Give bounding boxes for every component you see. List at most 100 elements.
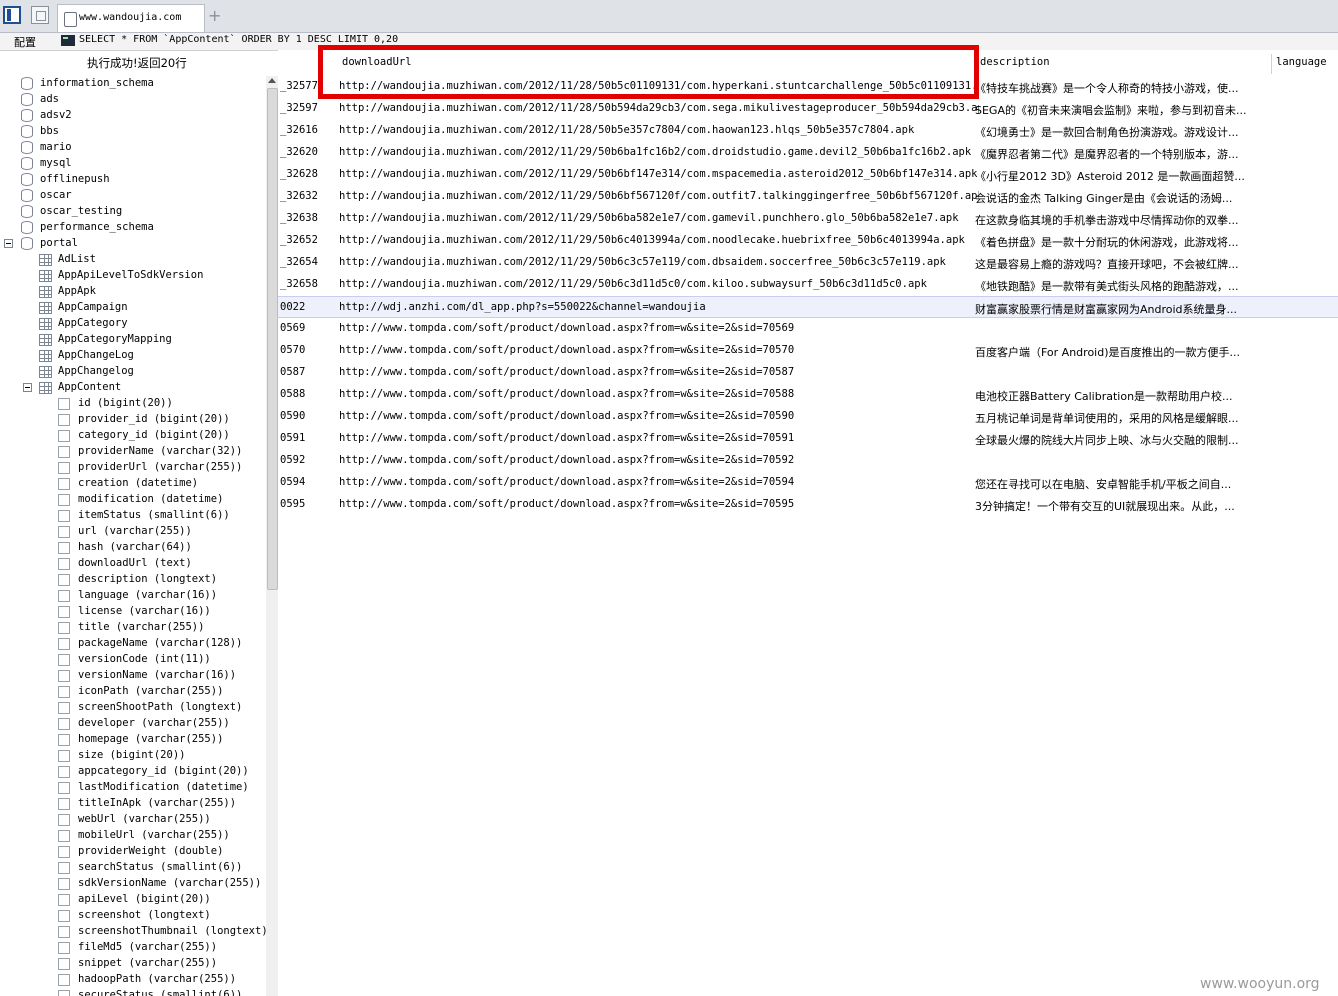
cell-description[interactable]: 会说话的金杰 Talking Ginger是由《会说话的汤姆... [975,190,1275,206]
tree-column-label: developer (varchar(255)) [78,717,230,729]
tree-table-label: AppCategory [58,317,128,329]
column-header-language[interactable]: language [1271,54,1338,74]
config-menu[interactable]: 配置 [14,34,36,50]
cell-download-url[interactable]: http://wandoujia.muzhiwan.com/2012/11/29… [339,212,979,224]
tree-column-label: apiLevel (bigint(20)) [78,893,211,905]
new-tab-button[interactable]: + [208,6,221,25]
table-row[interactable]: 0570 http://www.tompda.com/soft/product/d… [278,340,1338,362]
cell-id[interactable]: 0022 [280,301,320,313]
cell-id[interactable]: 0591 [280,432,320,444]
tree-table-label: AppChangeLog [58,349,134,361]
cell-id[interactable]: 0569 [280,322,320,334]
cell-download-url[interactable]: http://wandoujia.muzhiwan.com/2012/11/29… [339,278,979,290]
table-row[interactable]: 0592 http://www.tompda.com/soft/product/d… [278,450,1338,472]
browser-tab[interactable]: www.wandoujia.com [57,4,205,32]
cell-id[interactable]: 0592 [280,454,320,466]
cell-download-url[interactable]: http://wandoujia.muzhiwan.com/2012/11/28… [339,124,979,136]
table-row[interactable]: 0022 http://wdj.anzhi.com/dl_app.php?s=55… [278,296,1338,318]
collapse-icon[interactable] [23,383,32,392]
cell-id[interactable]: _32638 [280,212,320,224]
cell-id[interactable]: _32628 [280,168,320,180]
cell-download-url[interactable]: http://wandoujia.muzhiwan.com/2012/11/29… [339,256,979,268]
cell-download-url[interactable]: http://www.tompda.com/soft/product/downl… [339,432,979,444]
tree-scrollbar[interactable] [266,76,278,996]
cell-id[interactable]: _32620 [280,146,320,158]
cell-id[interactable]: _32616 [280,124,320,136]
cell-download-url[interactable]: http://wandoujia.muzhiwan.com/2012/11/29… [339,146,979,158]
column-icon [58,894,70,906]
window-icon[interactable] [31,6,49,24]
table-row[interactable]: _32616 http://wandoujia.muzhiwan.com/2012… [278,120,1338,142]
cell-description[interactable]: 财富赢家股票行情是财富赢家网为Android系统量身... [975,301,1275,317]
tree-column-label: appcategory_id (bigint(20)) [78,765,249,777]
table-row[interactable]: _32597 http://wandoujia.muzhiwan.com/2012… [278,98,1338,120]
cell-description[interactable]: 《特技车挑战赛》是一个令人称奇的特技小游戏，使... [975,80,1275,96]
table-row[interactable]: 0594 http://www.tompda.com/soft/product/d… [278,472,1338,494]
cell-id[interactable]: 0594 [280,476,320,488]
cell-description[interactable]: 《幻境勇士》是一款回合制角色扮演游戏。游戏设计... [975,124,1275,140]
cell-description[interactable]: 百度客户端（For Android)是百度推出的一款方便手... [975,344,1275,360]
cell-download-url[interactable]: http://wandoujia.muzhiwan.com/2012/11/29… [339,168,979,180]
table-row[interactable]: _32654 http://wandoujia.muzhiwan.com/2012… [278,252,1338,274]
cell-id[interactable]: _32632 [280,190,320,202]
table-row[interactable]: _32652 http://wandoujia.muzhiwan.com/2012… [278,230,1338,252]
tab-title: www.wandoujia.com [79,12,182,23]
table-row[interactable]: 0590 http://www.tompda.com/soft/product/d… [278,406,1338,428]
cell-description[interactable]: 您还在寻找可以在电脑、安卓智能手机/平板之间自... [975,476,1275,492]
cell-download-url[interactable]: http://www.tompda.com/soft/product/downl… [339,344,979,356]
cell-download-url[interactable]: http://www.tompda.com/soft/product/downl… [339,454,979,466]
cell-description[interactable]: 全球最火爆的院线大片同步上映、冰与火交融的限制... [975,432,1275,448]
cell-description[interactable]: SEGA的《初音未来演唱会监制》来啦，参与到初音未... [975,102,1275,118]
cell-download-url[interactable]: http://www.tompda.com/soft/product/downl… [339,388,979,400]
cell-download-url[interactable]: http://wandoujia.muzhiwan.com/2012/11/28… [339,102,979,114]
cell-id[interactable]: _32577 [280,80,320,92]
table-row[interactable]: _32658 http://wandoujia.muzhiwan.com/2012… [278,274,1338,296]
cell-description[interactable]: 这是最容易上瘾的游戏吗？直接开球吧，不会被红牌... [975,256,1275,272]
table-row[interactable]: _32638 http://wandoujia.muzhiwan.com/2012… [278,208,1338,230]
cell-id[interactable]: 0590 [280,410,320,422]
cell-description[interactable]: 3分钟搞定！一个带有交互的UI就展现出来。从此，... [975,498,1275,514]
cell-description[interactable]: 电池校正器Battery Calibration是一款帮助用户校... [975,388,1275,404]
table-row[interactable]: _32628 http://wandoujia.muzhiwan.com/2012… [278,164,1338,186]
cell-download-url[interactable]: http://wdj.anzhi.com/dl_app.php?s=550022… [339,301,979,313]
cell-id[interactable]: 0587 [280,366,320,378]
scroll-up-icon[interactable] [268,78,276,83]
table-row[interactable]: _32620 http://wandoujia.muzhiwan.com/2012… [278,142,1338,164]
table-row[interactable]: _32632 http://wandoujia.muzhiwan.com/2012… [278,186,1338,208]
scroll-thumb[interactable] [267,88,278,590]
cell-id[interactable]: _32597 [280,102,320,114]
cell-download-url[interactable]: http://www.tompda.com/soft/product/downl… [339,476,979,488]
sql-query-text[interactable]: SELECT * FROM `AppContent` ORDER BY 1 DE… [79,34,398,45]
cell-description[interactable]: 《着色拼盘》是一款十分耐玩的休闲游戏，此游戏将... [975,234,1275,250]
cell-download-url[interactable]: http://www.tompda.com/soft/product/downl… [339,366,979,378]
table-row[interactable]: 0595 http://www.tompda.com/soft/product/d… [278,494,1338,516]
table-row[interactable]: 0588 http://www.tompda.com/soft/product/d… [278,384,1338,406]
table-row[interactable]: 0591 http://www.tompda.com/soft/product/d… [278,428,1338,450]
cell-download-url[interactable]: http://www.tompda.com/soft/product/downl… [339,322,979,334]
cell-description[interactable]: 在这款身临其境的手机拳击游戏中尽情挥动你的双拳... [975,212,1275,228]
cell-description[interactable]: 《小行星2012 3D》Asteroid 2012 是一款画面超赞... [975,168,1275,184]
table-icon [39,286,52,298]
cell-description[interactable]: 《魔界忍者第二代》是魔界忍者的一个特别版本，游... [975,146,1275,162]
cell-id[interactable]: 0588 [280,388,320,400]
cell-id[interactable]: 0595 [280,498,320,510]
sidebar-toggle-icon[interactable] [3,6,21,24]
cell-id[interactable]: _32652 [280,234,320,246]
cell-download-url[interactable]: http://www.tompda.com/soft/product/downl… [339,410,979,422]
cell-id[interactable]: 0570 [280,344,320,356]
cell-id[interactable]: _32654 [280,256,320,268]
tree-column-label: versionCode (int(11)) [78,653,211,665]
collapse-icon[interactable] [4,239,13,248]
tree-column-label: modification (datetime) [78,493,224,505]
cell-id[interactable]: _32658 [280,278,320,290]
tree-column-label: homepage (varchar(255)) [78,733,224,745]
table-row[interactable]: 0569 http://www.tompda.com/soft/product/d… [278,318,1338,340]
cell-download-url[interactable]: http://wandoujia.muzhiwan.com/2012/11/29… [339,190,979,202]
table-row[interactable]: 0587 http://www.tompda.com/soft/product/d… [278,362,1338,384]
cell-description[interactable]: 五月桃记单词是背单词使用的，采用的风格是缓解眼... [975,410,1275,426]
cell-description[interactable]: 《地铁跑酷》是一款带有美式街头风格的跑酷游戏，... [975,278,1275,294]
column-icon [58,798,70,810]
cell-download-url[interactable]: http://www.tompda.com/soft/product/downl… [339,498,979,510]
column-header-description[interactable]: description [975,54,1266,74]
cell-download-url[interactable]: http://wandoujia.muzhiwan.com/2012/11/29… [339,234,979,246]
